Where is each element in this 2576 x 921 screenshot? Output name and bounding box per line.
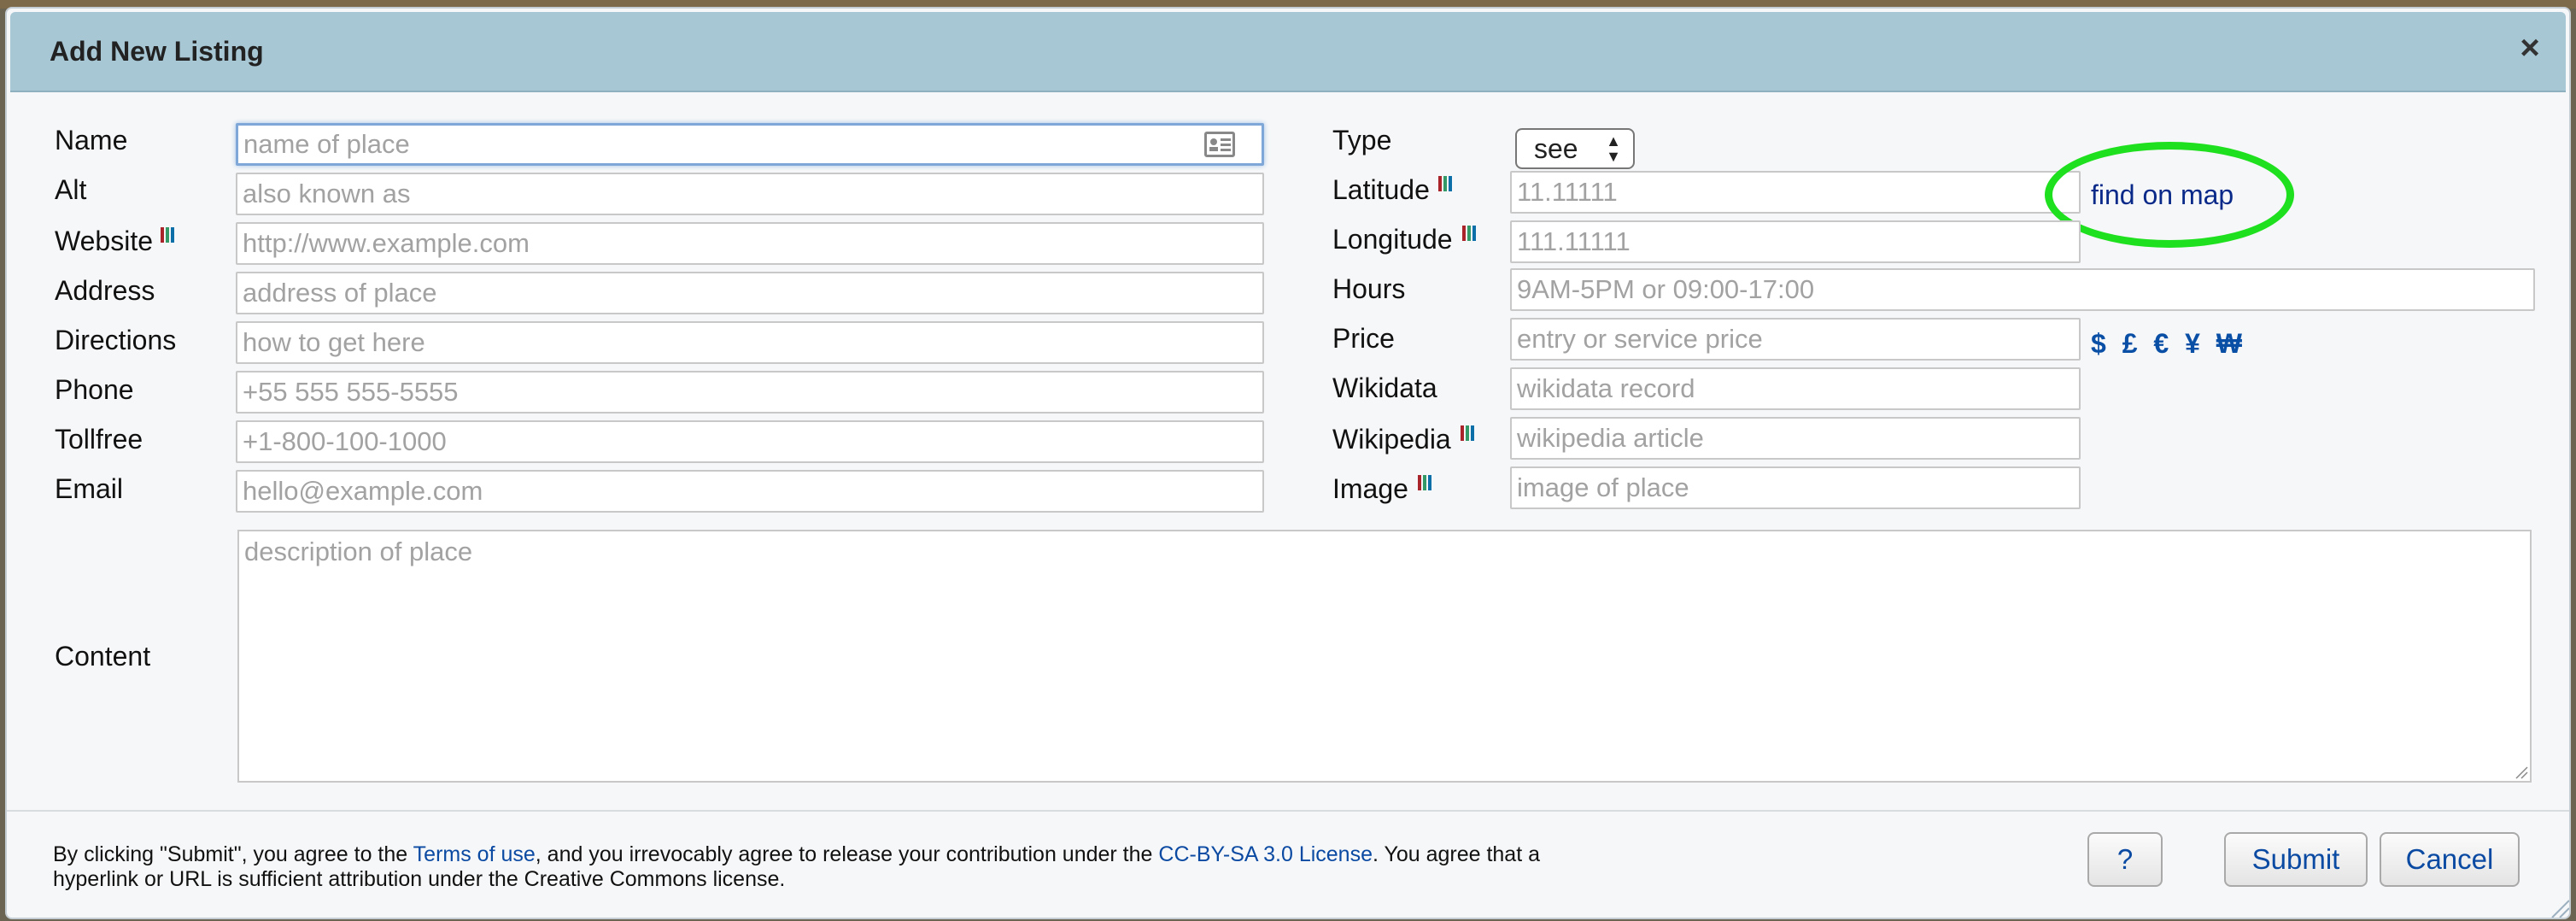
phone-input[interactable] <box>236 371 1264 414</box>
cancel-button[interactable]: Cancel <box>2380 832 2520 887</box>
help-button[interactable]: ? <box>2087 832 2163 887</box>
currency-pound-link[interactable]: £ <box>2122 328 2138 359</box>
latitude-input[interactable] <box>1510 171 2081 214</box>
wikidata-input[interactable] <box>1510 367 2081 410</box>
currency-yen-link[interactable]: ¥ <box>2185 328 2200 359</box>
tollfree-label: Tollfree <box>55 424 143 455</box>
close-icon[interactable]: × <box>2513 29 2547 67</box>
longitude-label: Longitude <box>1332 224 1453 255</box>
license-text-part: By clicking "Submit", you agree to the <box>53 842 413 866</box>
address-label: Address <box>55 275 155 306</box>
submit-button[interactable]: Submit <box>2224 832 2368 887</box>
website-input[interactable] <box>236 222 1264 265</box>
type-label: Type <box>1332 125 1392 155</box>
image-label: Image <box>1332 473 1408 504</box>
wikipedia-label: Wikipedia <box>1332 424 1451 455</box>
license-text-part: , and you irrevocably agree to release y… <box>535 842 1159 866</box>
directions-input[interactable] <box>236 321 1264 364</box>
address-input[interactable] <box>236 272 1264 314</box>
image-input[interactable] <box>1510 466 2081 509</box>
wikidata-icon[interactable] <box>1461 425 1476 441</box>
dialog-titlebar: Add New Listing × <box>10 12 2566 92</box>
currency-dollar-link[interactable]: $ <box>2091 328 2106 359</box>
wikidata-icon[interactable] <box>1418 475 1433 490</box>
type-select[interactable]: see ▲ ▼ <box>1515 128 1635 169</box>
phone-label: Phone <box>55 374 134 405</box>
license-notice: By clicking "Submit", you agree to the T… <box>53 842 1607 892</box>
dialog-title: Add New Listing <box>50 36 264 67</box>
name-label: Name <box>55 125 128 155</box>
alt-label: Alt <box>55 174 87 205</box>
email-input[interactable] <box>236 470 1264 513</box>
add-listing-dialog: Add New Listing × Name Alt Website Addre… <box>5 7 2571 919</box>
latitude-label: Latitude <box>1332 174 1430 205</box>
directions-label: Directions <box>55 325 177 355</box>
wikidata-label: Wikidata <box>1332 373 1437 403</box>
wikipedia-input[interactable] <box>1510 417 2081 460</box>
type-select-value: see <box>1534 133 1578 164</box>
wikidata-icon[interactable] <box>161 227 176 243</box>
contact-card-icon[interactable] <box>1204 132 1235 157</box>
currency-won-link[interactable]: ₩ <box>2216 328 2242 359</box>
wikidata-icon[interactable] <box>1462 226 1478 241</box>
dialog-resize-icon[interactable] <box>2549 897 2571 919</box>
currency-symbols: $ £ € ¥ ₩ <box>2091 328 2251 360</box>
content-textarea[interactable] <box>237 530 2532 783</box>
wikidata-icon[interactable] <box>1438 176 1454 191</box>
email-label: Email <box>55 473 124 504</box>
hours-label: Hours <box>1332 273 1406 304</box>
resize-grip-icon[interactable] <box>2515 766 2528 779</box>
content-label: Content <box>55 641 151 672</box>
price-input[interactable] <box>1510 318 2081 361</box>
name-input[interactable] <box>236 123 1264 166</box>
website-label: Website <box>55 226 154 256</box>
select-arrows-icon: ▲ ▼ <box>1606 132 1621 165</box>
currency-euro-link[interactable]: € <box>2153 328 2169 359</box>
price-label: Price <box>1332 323 1395 354</box>
tollfree-input[interactable] <box>236 420 1264 463</box>
footer-divider <box>7 810 2569 812</box>
hours-input[interactable] <box>1510 268 2535 311</box>
cc-license-link[interactable]: CC-BY-SA 3.0 License <box>1158 842 1373 866</box>
find-on-map-link[interactable]: find on map <box>2091 179 2234 211</box>
terms-of-use-link[interactable]: Terms of use <box>413 842 536 866</box>
alt-input[interactable] <box>236 173 1264 215</box>
longitude-input[interactable] <box>1510 220 2081 263</box>
